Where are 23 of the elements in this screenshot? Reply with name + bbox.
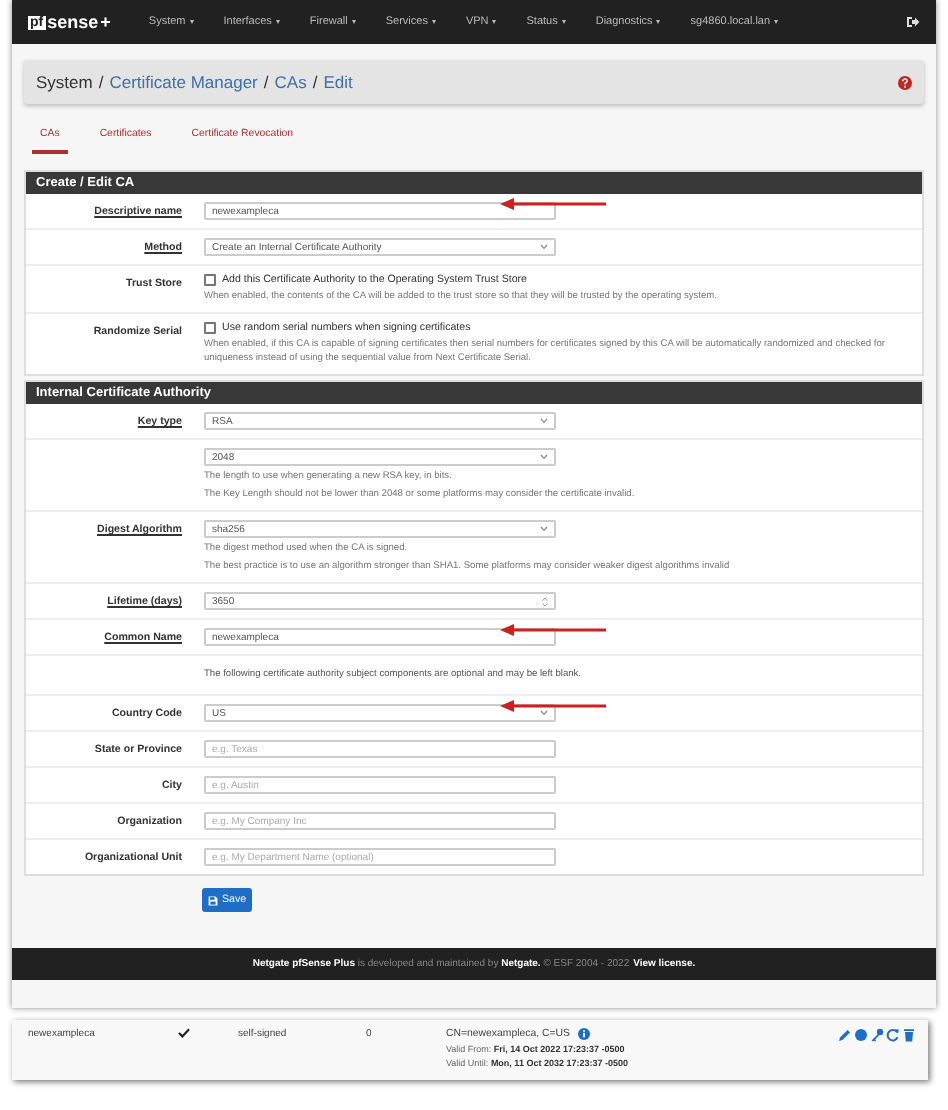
help-icon[interactable] xyxy=(898,75,912,89)
breadcrumb-separator: / xyxy=(312,72,318,92)
breadcrumb-item[interactable]: Edit xyxy=(323,72,353,92)
spinner-icon[interactable] xyxy=(542,595,548,607)
refresh-icon[interactable] xyxy=(886,1028,900,1042)
info-icon[interactable] xyxy=(578,1028,590,1040)
trash-icon[interactable] xyxy=(902,1028,916,1042)
breadcrumb-separator: / xyxy=(98,72,104,92)
chevron-icon xyxy=(540,526,548,532)
breadcrumb-item: System xyxy=(36,72,93,92)
checkbox[interactable] xyxy=(204,274,216,286)
chevron-icon xyxy=(540,418,548,424)
floppy-disk-icon xyxy=(208,895,218,905)
key-icon[interactable] xyxy=(870,1028,884,1042)
chevron-icon xyxy=(540,710,548,716)
chevron-icon xyxy=(540,244,548,250)
chevron-icon xyxy=(540,454,548,460)
breadcrumb-separator: / xyxy=(263,72,269,92)
breadcrumb-item[interactable]: CAs xyxy=(274,72,307,92)
checkbox[interactable] xyxy=(204,322,216,334)
logout-icon[interactable] xyxy=(906,16,920,28)
pencil-icon[interactable] xyxy=(838,1028,852,1042)
breadcrumb-item[interactable]: Certificate Manager xyxy=(109,72,258,92)
